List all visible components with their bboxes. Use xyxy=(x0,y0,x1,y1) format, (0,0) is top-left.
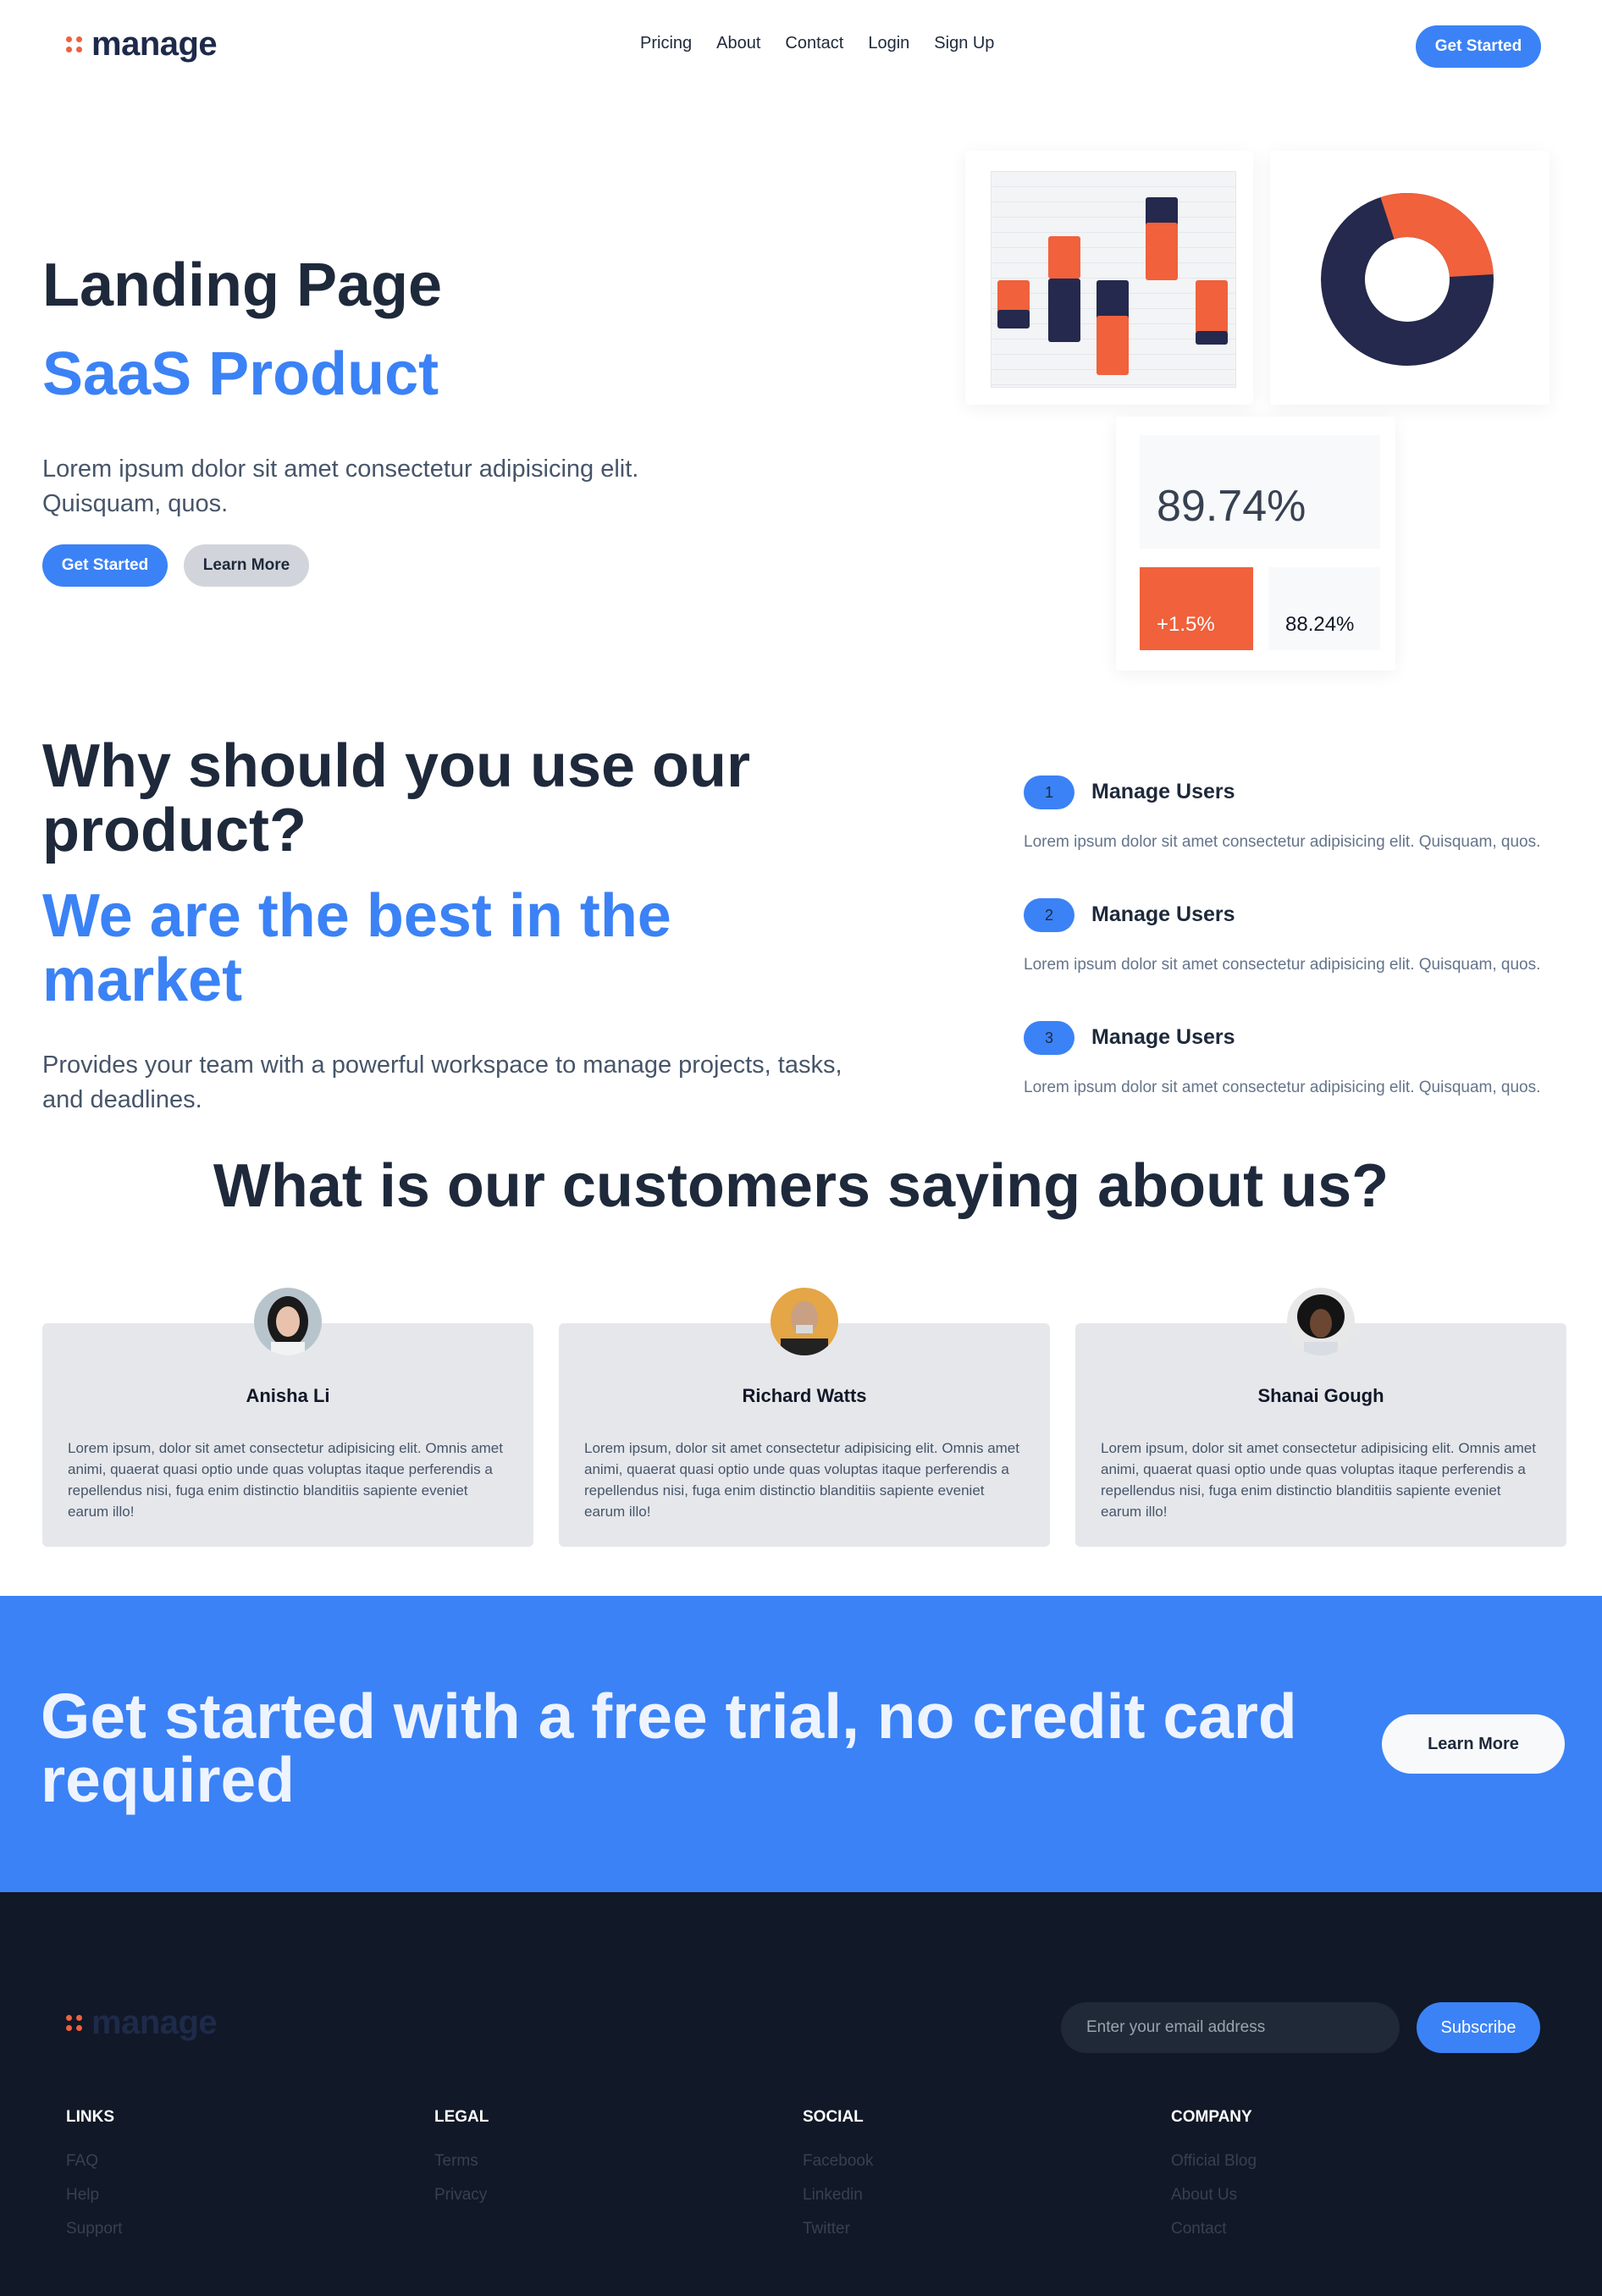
hero-learn-more-button[interactable]: Learn More xyxy=(184,544,309,587)
footer: manage Subscribe LINKS FAQ Help Support … xyxy=(0,1892,1602,2296)
footer-column-legal: LEGAL Terms Privacy xyxy=(434,2108,489,2220)
logo-dots-icon xyxy=(66,2014,83,2032)
stat-change-box: +1.5% xyxy=(1140,567,1253,650)
cta-banner: Get started with a free trial, no credit… xyxy=(0,1596,1602,1892)
avatar xyxy=(254,1288,322,1355)
donut-chart-graphic xyxy=(1321,193,1494,366)
why-subtitle: We are the best in the market xyxy=(42,882,671,1014)
bar-group-3 xyxy=(1097,280,1129,375)
footer-link[interactable]: Official Blog xyxy=(1171,2152,1257,2171)
feature-title: Manage Users xyxy=(1091,780,1235,803)
logo-text: manage xyxy=(91,25,218,63)
stat-secondary-value: 88.24% xyxy=(1285,613,1355,636)
bar-group-5 xyxy=(1196,280,1228,345)
why-title: Why should you use our product? xyxy=(42,732,751,864)
footer-link[interactable]: FAQ xyxy=(66,2152,123,2171)
hero-description: Lorem ipsum dolor sit amet consectetur a… xyxy=(42,455,639,517)
avatar-richard-icon xyxy=(771,1288,838,1355)
feature-description: Lorem ipsum dolor sit amet consectetur a… xyxy=(1024,956,1541,974)
donut-chart-card xyxy=(1270,151,1550,405)
nav-get-started-button[interactable]: Get Started xyxy=(1416,25,1541,68)
bar-group-1 xyxy=(997,280,1030,328)
feature-number-badge: 1 xyxy=(1024,775,1074,809)
cta-text: Get started with a free trial, no credit… xyxy=(41,1681,1297,1815)
footer-link[interactable]: Twitter xyxy=(803,2220,873,2238)
email-input[interactable] xyxy=(1061,2002,1400,2053)
hero-title: Landing Page xyxy=(42,251,443,319)
footer-logo-text: manage xyxy=(91,2004,218,2041)
testimonial-name: Richard Watts xyxy=(742,1385,867,1406)
stat-main-box: 89.74% xyxy=(1140,435,1380,549)
testimonial-text: Lorem ipsum, dolor sit amet consectetur … xyxy=(68,1440,503,1521)
footer-link[interactable]: About Us xyxy=(1171,2186,1257,2205)
nav-links: Pricing About Contact Login Sign Up xyxy=(640,34,994,53)
testimonial-card: Richard Watts Lorem ipsum, dolor sit ame… xyxy=(559,1288,1050,1547)
footer-column-company: COMPANY Official Blog About Us Contact xyxy=(1171,2108,1257,2254)
stat-change-value: +1.5% xyxy=(1157,613,1215,636)
bar-chart-illustration xyxy=(991,171,1236,388)
bar-chart-card xyxy=(965,151,1253,405)
stat-main-value: 89.74% xyxy=(1157,482,1306,531)
why-description: Provides your team with a powerful works… xyxy=(42,1051,842,1113)
footer-column-links: LINKS FAQ Help Support xyxy=(66,2108,123,2254)
footer-heading: SOCIAL xyxy=(803,2108,864,2126)
footer-heading: COMPANY xyxy=(1171,2108,1252,2126)
nav-link-login[interactable]: Login xyxy=(868,34,909,53)
hero-subtitle: SaaS Product xyxy=(42,340,439,408)
testimonial-card: Shanai Gough Lorem ipsum, dolor sit amet… xyxy=(1075,1288,1566,1547)
cta-learn-more-button[interactable]: Learn More xyxy=(1382,1714,1565,1774)
feature-description: Lorem ipsum dolor sit amet consectetur a… xyxy=(1024,833,1541,851)
nav-link-contact[interactable]: Contact xyxy=(785,34,843,53)
bar-group-2 xyxy=(1048,236,1080,342)
feature-title: Manage Users xyxy=(1091,1025,1235,1049)
footer-link[interactable]: Terms xyxy=(434,2152,489,2171)
footer-link[interactable]: Support xyxy=(66,2220,123,2238)
nav-link-about[interactable]: About xyxy=(716,34,760,53)
avatar xyxy=(1287,1288,1355,1355)
hero-get-started-button[interactable]: Get Started xyxy=(42,544,168,587)
nav-link-pricing[interactable]: Pricing xyxy=(640,34,692,53)
testimonial-name: Shanai Gough xyxy=(1257,1385,1384,1406)
footer-link[interactable]: Privacy xyxy=(434,2186,489,2205)
avatar-anisha-icon xyxy=(254,1288,322,1355)
stat-secondary-box: 88.24% xyxy=(1268,567,1380,650)
footer-link[interactable]: Contact xyxy=(1171,2220,1257,2238)
footer-link[interactable]: Linkedin xyxy=(803,2186,873,2205)
feature-number-badge: 2 xyxy=(1024,898,1074,932)
footer-logo[interactable]: manage xyxy=(66,2004,218,2042)
navbar: manage Pricing About Contact Login Sign … xyxy=(0,0,1602,93)
logo[interactable]: manage xyxy=(66,25,218,63)
footer-link[interactable]: Facebook xyxy=(803,2152,873,2171)
logo-dots-icon xyxy=(66,36,83,53)
footer-column-social: SOCIAL Facebook Linkedin Twitter xyxy=(803,2108,873,2254)
testimonials-title: What is our customers saying about us? xyxy=(213,1152,1389,1220)
testimonial-name: Anisha Li xyxy=(246,1385,330,1406)
footer-heading: LINKS xyxy=(66,2108,114,2126)
footer-link[interactable]: Help xyxy=(66,2186,123,2205)
avatar-shanai-icon xyxy=(1287,1288,1355,1355)
bar-chart-graphic xyxy=(997,197,1228,375)
avatar xyxy=(771,1288,838,1355)
subscribe-button[interactable]: Subscribe xyxy=(1417,2002,1540,2053)
testimonial-text: Lorem ipsum, dolor sit amet consectetur … xyxy=(584,1440,1019,1521)
bar-group-4 xyxy=(1146,197,1178,280)
feature-description: Lorem ipsum dolor sit amet consectetur a… xyxy=(1024,1079,1541,1096)
feature-title: Manage Users xyxy=(1091,902,1235,926)
nav-link-signup[interactable]: Sign Up xyxy=(934,34,994,53)
stats-card: 89.74% +1.5% 88.24% xyxy=(1116,417,1395,671)
footer-heading: LEGAL xyxy=(434,2108,489,2126)
testimonial-text: Lorem ipsum, dolor sit amet consectetur … xyxy=(1101,1440,1536,1521)
feature-number-badge: 3 xyxy=(1024,1021,1074,1055)
testimonial-card: Anisha Li Lorem ipsum, dolor sit amet co… xyxy=(42,1288,533,1547)
